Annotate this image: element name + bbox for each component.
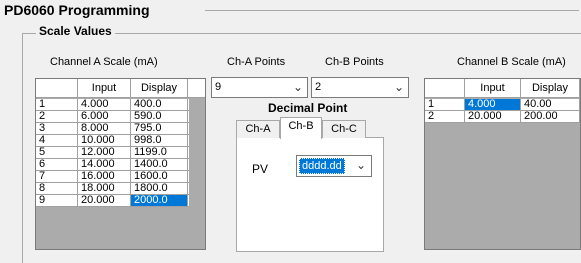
display-cell[interactable]: 590.0 — [131, 111, 188, 122]
ch-a-points-value: 9 — [215, 81, 222, 93]
table-row[interactable]: 2 6.000 590.0 — [36, 111, 189, 123]
channel-b-caption: Channel B Scale (mA) — [457, 56, 566, 68]
row-number: 1 — [36, 99, 78, 110]
row-number: 8 — [36, 183, 78, 194]
input-cell[interactable]: 16.000 — [78, 171, 131, 182]
table-row[interactable]: 2 20.000 200.00 — [425, 111, 580, 123]
display-cell[interactable]: 1400.0 — [131, 159, 188, 170]
pv-label: PV — [252, 162, 269, 176]
row-number: 3 — [36, 123, 78, 134]
display-cell[interactable]: 400.0 — [131, 99, 188, 110]
row-number: 2 — [36, 111, 78, 122]
display-cell[interactable]: 998.0 — [131, 135, 188, 146]
decimal-point-label: Decimal Point — [268, 101, 348, 115]
pv-format-value: dddd.dd — [299, 158, 345, 174]
input-cell[interactable]: 10.000 — [78, 135, 131, 146]
column-header-input[interactable]: Input — [78, 79, 131, 98]
input-cell[interactable]: 12.000 — [78, 147, 131, 158]
channel-a-header: Input Display — [36, 79, 205, 98]
row-header-corner — [425, 79, 465, 98]
display-cell[interactable]: 2000.0 — [131, 195, 188, 206]
column-header-display[interactable]: Display — [131, 79, 188, 98]
channel-a-grid[interactable]: Input Display 1 4.000 400.0 2 6.000 590.0 3 8.0… — [35, 78, 206, 250]
window-title: PD6060 Programming — [4, 2, 150, 18]
row-number: 9 — [36, 195, 78, 206]
table-row[interactable]: 1 4.000 400.0 — [36, 99, 189, 111]
channel-b-grid[interactable]: Input Display 1 4.000 40.00 2 20.000 200.00 — [424, 78, 581, 250]
display-cell[interactable]: 1600.0 — [131, 171, 188, 182]
ch-a-points-label: Ch-A Points — [227, 56, 286, 68]
tab-ch-a[interactable]: Ch-A — [236, 120, 280, 138]
ch-b-points-label: Ch-B Points — [325, 56, 384, 68]
chevron-down-icon[interactable]: ⌄ — [293, 80, 303, 94]
ch-b-points-select[interactable]: 2 ⌄ — [311, 77, 409, 98]
tab-ch-c[interactable]: Ch-C — [322, 120, 366, 138]
display-cell[interactable]: 795.0 — [131, 123, 188, 134]
title-divider — [205, 10, 579, 11]
table-row[interactable]: 9 20.000 2000.0 — [36, 195, 189, 207]
ch-a-points-select[interactable]: 9 ⌄ — [211, 77, 308, 98]
column-header-input[interactable]: Input — [465, 79, 521, 98]
ch-b-points-value: 2 — [315, 81, 322, 93]
channel-a-caption: Channel A Scale (mA) — [50, 56, 158, 68]
scale-values-label: Scale Values — [36, 24, 115, 38]
row-number: 6 — [36, 159, 78, 170]
tab-ch-b[interactable]: Ch-B — [280, 117, 322, 139]
row-number: 5 — [36, 147, 78, 158]
input-cell[interactable]: 20.000 — [465, 111, 521, 122]
chevron-down-icon[interactable]: ⌄ — [394, 80, 404, 94]
input-cell[interactable]: 14.000 — [78, 159, 131, 170]
input-cell[interactable]: 8.000 — [78, 123, 131, 134]
pv-format-select[interactable]: dddd.dd ⌄ — [296, 155, 372, 177]
input-cell[interactable]: 4.000 — [78, 99, 131, 110]
row-header-corner — [36, 79, 78, 98]
input-cell[interactable]: 20.000 — [78, 195, 131, 206]
row-number: 2 — [425, 111, 465, 122]
input-cell[interactable]: 18.000 — [78, 183, 131, 194]
input-cell[interactable]: 4.000 — [465, 99, 521, 110]
row-number: 1 — [425, 99, 465, 110]
row-number: 7 — [36, 171, 78, 182]
display-cell[interactable]: 200.00 — [521, 111, 580, 122]
display-cell[interactable]: 1199.0 — [131, 147, 188, 158]
display-cell[interactable]: 1800.0 — [131, 183, 188, 194]
row-number: 4 — [36, 135, 78, 146]
input-cell[interactable]: 6.000 — [78, 111, 131, 122]
chevron-down-icon[interactable]: ⌄ — [356, 158, 366, 172]
column-header-display[interactable]: Display — [521, 79, 580, 98]
display-cell[interactable]: 40.00 — [521, 99, 580, 110]
channel-b-header: Input Display — [425, 79, 580, 98]
